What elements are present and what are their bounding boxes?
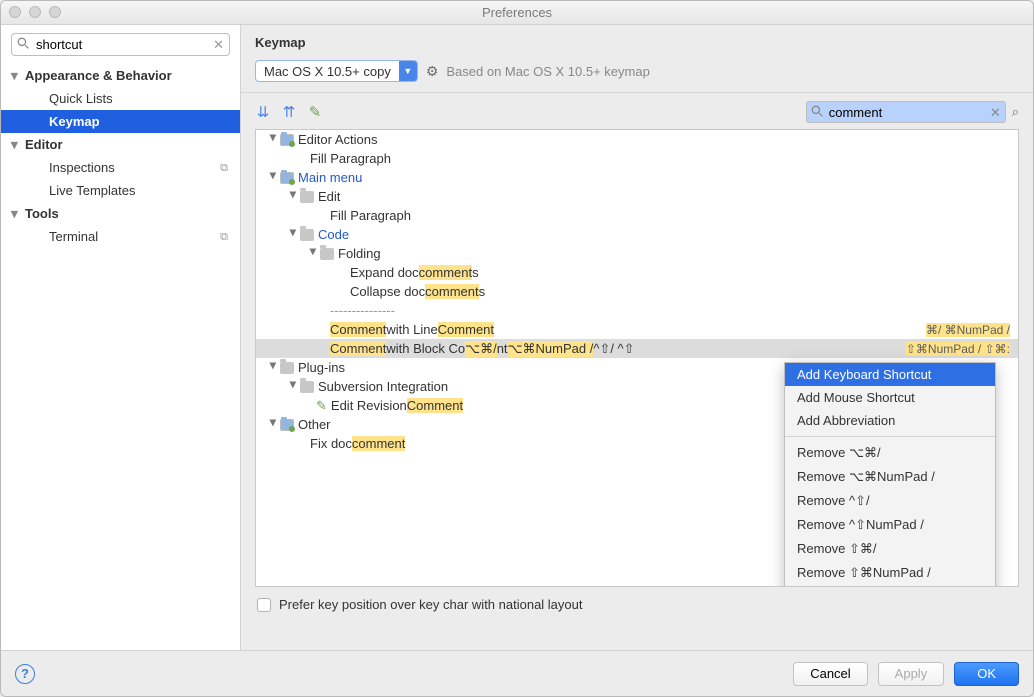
sidebar-search: ✕ — [11, 33, 230, 56]
tree-leaf-collapse-doc-comments[interactable]: Collapse doc comments — [256, 282, 1018, 301]
help-icon[interactable]: ? — [15, 664, 35, 684]
sidebar-item-keymap[interactable]: Keymap — [1, 110, 240, 133]
edit-icon[interactable]: ✎ — [307, 103, 323, 121]
folder-icon — [300, 229, 314, 241]
menu-item-remove-2[interactable]: Remove ⌥⌘NumPad / — [785, 465, 995, 489]
menu-item-remove-6[interactable]: Remove ⇧⌘NumPad / — [785, 561, 995, 585]
search-icon — [811, 105, 824, 121]
page-title: Keymap — [241, 25, 1033, 54]
shortcut-label: ⇧⌘NumPad / ⇧⌘: — [906, 342, 1018, 356]
sidebar-group-editor[interactable]: Editor — [1, 133, 240, 156]
tree-search: ✕ ⌕ — [806, 101, 1019, 123]
gear-icon[interactable]: ⚙︎ — [426, 63, 439, 80]
sidebar-nav: Appearance & Behavior Quick Lists Keymap… — [1, 62, 240, 650]
tree-toolbar: ⇊ ⇈ ✎ — [255, 103, 323, 121]
main-panel: Keymap Mac OS X 10.5+ copy ▼ ⚙︎ Based on… — [241, 25, 1033, 650]
national-layout-label: Prefer key position over key char with n… — [279, 597, 583, 612]
tree-node-main-menu[interactable]: ▶Main menu — [256, 168, 1018, 187]
folder-icon — [280, 362, 294, 374]
folder-icon — [320, 248, 334, 260]
clear-icon[interactable]: ✕ — [990, 105, 1001, 121]
sidebar-item-label: Terminal — [49, 229, 98, 244]
cancel-button[interactable]: Cancel — [793, 662, 867, 686]
chevron-down-icon: ▶ — [268, 173, 279, 183]
chevron-down-icon: ▶ — [288, 230, 299, 240]
pin-icon: ⧉ — [220, 162, 228, 175]
pencil-icon: ✎ — [316, 398, 327, 414]
menu-item-remove-1[interactable]: Remove ⌥⌘/ — [785, 441, 995, 465]
national-layout-option[interactable]: Prefer key position over key char with n… — [241, 587, 1033, 612]
chevron-down-icon: ▶ — [268, 363, 279, 373]
zoom-icon[interactable] — [49, 6, 61, 18]
ok-button[interactable]: OK — [954, 662, 1019, 686]
folder-icon — [300, 381, 314, 393]
sidebar: ✕ Appearance & Behavior Quick Lists Keym… — [1, 25, 241, 650]
tree-leaf-fill-paragraph-2[interactable]: Fill Paragraph — [256, 206, 1018, 225]
tree-leaf-fill-paragraph[interactable]: Fill Paragraph — [256, 149, 1018, 168]
shortcut-label: ⌘/ ⌘NumPad / — [926, 323, 1018, 337]
menu-item-add-abbreviation[interactable]: Add Abbreviation — [785, 409, 995, 432]
tree-node-code[interactable]: ▶Code — [256, 225, 1018, 244]
menu-item-remove-7[interactable]: Remove ⇧⌘NumPad / — [785, 585, 995, 587]
sidebar-item-inspections[interactable]: Inspections ⧉ — [1, 156, 240, 179]
menu-item-remove-4[interactable]: Remove ^⇧NumPad / — [785, 513, 995, 537]
minimize-icon[interactable] — [29, 6, 41, 18]
folder-icon — [280, 419, 294, 431]
search-icon — [17, 37, 30, 53]
keymap-select[interactable]: Mac OS X 10.5+ copy ▼ — [255, 60, 418, 82]
tree-leaf-comment-with-block[interactable]: Comment with Block Co⌥⌘/nt⌥⌘NumPad / ^⇧/… — [256, 339, 1018, 358]
menu-item-remove-3[interactable]: Remove ^⇧/ — [785, 489, 995, 513]
find-by-shortcut-icon[interactable]: ⌕ — [1012, 104, 1019, 120]
keymap-select-value: Mac OS X 10.5+ copy — [256, 64, 399, 79]
tree-leaf-expand-doc-comments[interactable]: Expand doc comments — [256, 263, 1018, 282]
title-bar: Preferences — [1, 1, 1033, 25]
sidebar-item-live-templates[interactable]: Live Templates — [1, 179, 240, 202]
tree-node-folding[interactable]: ▶Folding — [256, 244, 1018, 263]
clear-icon[interactable]: ✕ — [213, 37, 224, 53]
menu-item-add-keyboard-shortcut[interactable]: Add Keyboard Shortcut — [785, 363, 995, 386]
pin-icon: ⧉ — [220, 231, 228, 244]
chevron-updown-icon: ▼ — [399, 61, 417, 81]
sidebar-group-tools[interactable]: Tools — [1, 202, 240, 225]
chevron-down-icon: ▶ — [288, 382, 299, 392]
menu-separator — [785, 436, 995, 437]
action-tree[interactable]: ▶Editor Actions Fill Paragraph ▶Main men… — [255, 129, 1019, 587]
dialog-footer: ? Cancel Apply OK — [1, 650, 1033, 696]
chevron-down-icon: ▶ — [288, 192, 299, 202]
sidebar-search-input[interactable] — [11, 33, 230, 56]
sidebar-item-quick-lists[interactable]: Quick Lists — [1, 87, 240, 110]
context-menu: Add Keyboard Shortcut Add Mouse Shortcut… — [784, 362, 996, 587]
tree-node-editor-actions[interactable]: ▶Editor Actions — [256, 130, 1018, 149]
menu-item-add-mouse-shortcut[interactable]: Add Mouse Shortcut — [785, 386, 995, 409]
sidebar-item-label: Inspections — [49, 160, 115, 175]
folder-icon — [280, 172, 294, 184]
tree-search-input[interactable] — [806, 101, 1006, 123]
folder-icon — [300, 191, 314, 203]
chevron-down-icon: ▶ — [268, 420, 279, 430]
tree-node-edit[interactable]: ▶Edit — [256, 187, 1018, 206]
folder-icon — [280, 134, 294, 146]
close-icon[interactable] — [9, 6, 21, 18]
collapse-all-icon[interactable]: ⇈ — [281, 103, 297, 121]
based-on-label: Based on Mac OS X 10.5+ keymap — [446, 64, 649, 79]
apply-button[interactable]: Apply — [878, 662, 945, 686]
chevron-down-icon: ▶ — [268, 135, 279, 145]
expand-all-icon[interactable]: ⇊ — [255, 103, 271, 121]
tree-separator: --------------- — [256, 301, 1018, 320]
sidebar-item-terminal[interactable]: Terminal ⧉ — [1, 225, 240, 248]
menu-item-remove-5[interactable]: Remove ⇧⌘/ — [785, 537, 995, 561]
tree-leaf-comment-with-line[interactable]: Comment with Line Comment⌘/ ⌘NumPad / — [256, 320, 1018, 339]
window-title: Preferences — [482, 5, 552, 20]
chevron-down-icon: ▶ — [308, 249, 319, 259]
checkbox-icon[interactable] — [257, 598, 271, 612]
sidebar-group-appearance[interactable]: Appearance & Behavior — [1, 64, 240, 87]
